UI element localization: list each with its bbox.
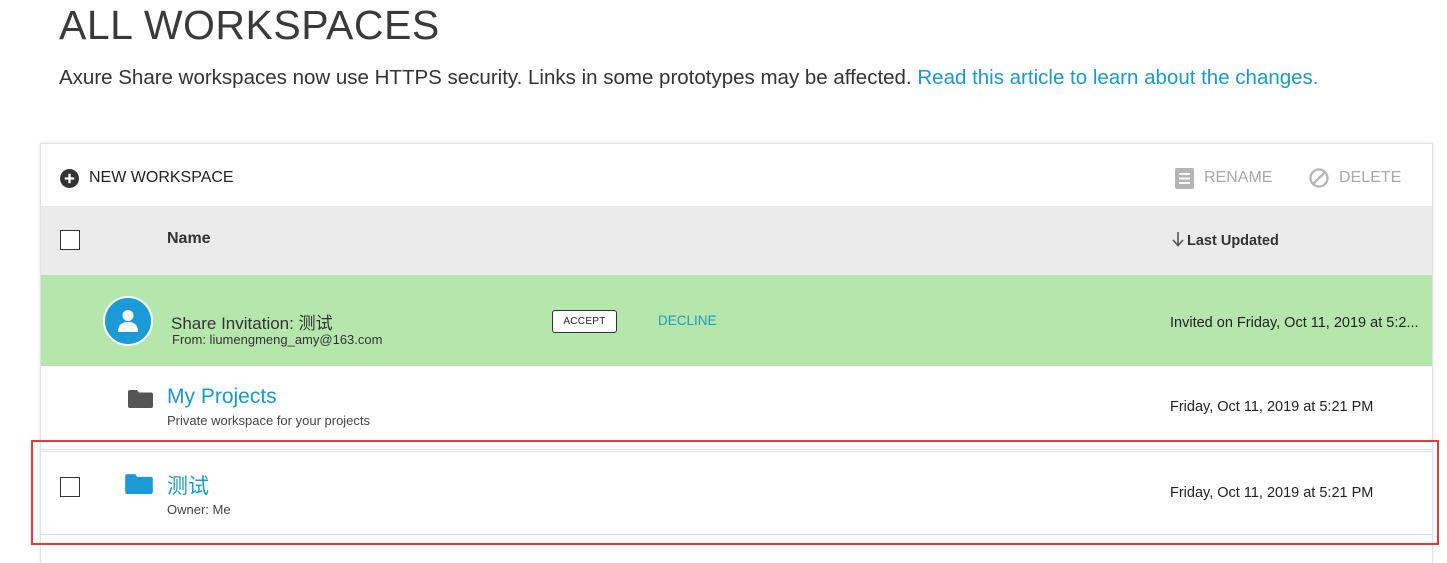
decline-link[interactable]: DECLINE (658, 313, 717, 328)
invitation-date: Invited on Friday, Oct 11, 2019 at 5:2..… (1170, 315, 1419, 331)
notice-text: Axure Share workspaces now use HTTPS sec… (59, 66, 912, 89)
workspaces-panel: NEW WORKSPACE RENAME DELETE Name Last Up… (40, 143, 1433, 563)
rename-button[interactable]: RENAME (1175, 166, 1272, 190)
arrow-down-icon (1171, 231, 1185, 251)
row-checkbox[interactable] (60, 477, 80, 497)
column-header-name[interactable]: Name (167, 230, 211, 248)
folder-icon (125, 473, 153, 499)
https-notice: Axure Share workspaces now use HTTPS sec… (59, 66, 1319, 90)
workspace-subtitle: Owner: Me (167, 502, 231, 517)
notice-link[interactable]: Read this article to learn about the cha… (917, 66, 1318, 89)
workspace-updated: Friday, Oct 11, 2019 at 5:21 PM (1170, 399, 1374, 415)
document-icon (1175, 167, 1194, 189)
workspace-toolbar: NEW WORKSPACE RENAME DELETE (41, 144, 1432, 206)
workspace-row: My Projects Private workspace for your p… (41, 366, 1432, 450)
share-invitation-row: Share Invitation: 测试 From: liumengmeng_a… (41, 275, 1432, 366)
select-all-checkbox[interactable] (60, 230, 80, 250)
workspace-updated: Friday, Oct 11, 2019 at 5:21 PM (1170, 485, 1374, 501)
prohibited-icon (1309, 168, 1329, 188)
plus-circle-icon (60, 168, 79, 188)
accept-button[interactable]: ACCEPT (552, 310, 617, 333)
table-header: Name Last Updated (41, 206, 1432, 275)
page-title: ALL WORKSPACES (59, 2, 440, 48)
last-updated-label: Last Updated (1187, 233, 1279, 249)
invitation-title: Share Invitation: 测试 (171, 314, 333, 333)
delete-label: DELETE (1339, 169, 1402, 186)
workspace-subtitle: Private workspace for your projects (167, 413, 371, 428)
workspace-row[interactable]: 测试 Owner: Me Friday, Oct 11, 2019 at 5:2… (41, 451, 1432, 535)
workspace-name-link[interactable]: My Projects (167, 385, 277, 409)
folder-icon (128, 389, 153, 413)
delete-button[interactable]: DELETE (1309, 166, 1401, 190)
workspace-name-link[interactable]: 测试 (167, 470, 209, 500)
rename-label: RENAME (1204, 169, 1273, 186)
new-workspace-button[interactable]: NEW WORKSPACE (60, 166, 234, 190)
new-workspace-label: NEW WORKSPACE (89, 169, 234, 186)
column-header-last-updated[interactable]: Last Updated (1171, 231, 1279, 251)
user-avatar-icon (103, 296, 153, 346)
invitation-from: From: liumengmeng_amy@163.com (172, 332, 383, 347)
